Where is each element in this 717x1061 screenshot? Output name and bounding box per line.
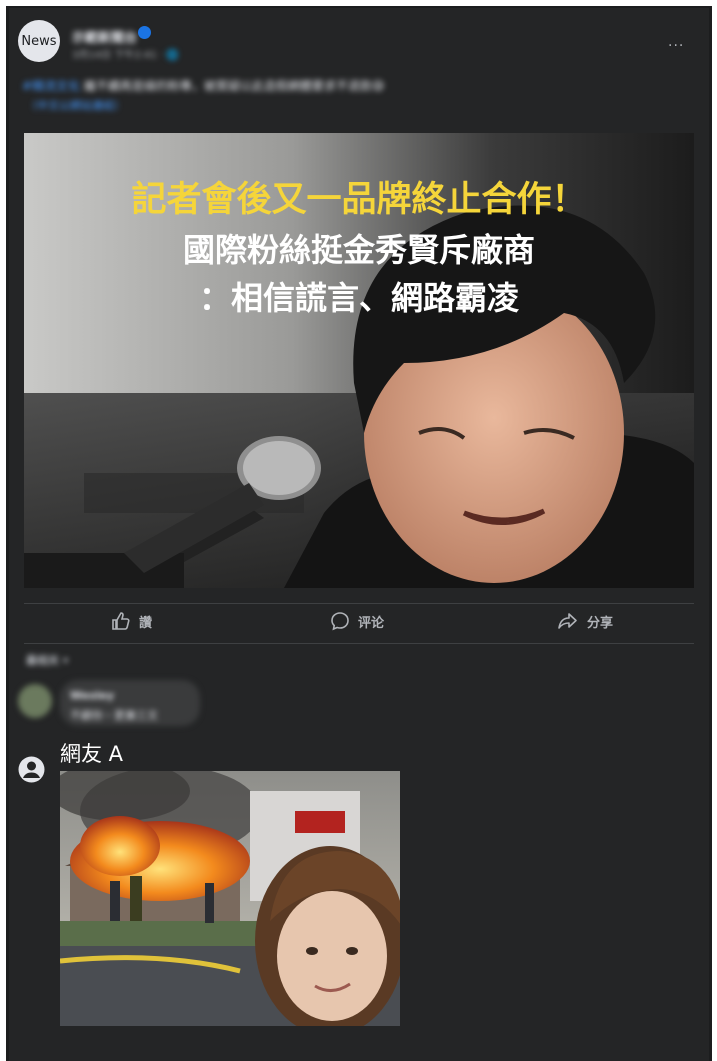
like-button[interactable]: 讚: [111, 611, 152, 631]
post-meta[interactable]: 3月14日 下午2:41 · 🌐: [72, 46, 179, 61]
reply-image[interactable]: [60, 771, 400, 1026]
headline-line1: 記者會後又一品牌終止合作！: [131, 180, 586, 220]
share-arrow-icon: [558, 613, 577, 629]
commenter-name[interactable]: Wesley: [70, 689, 114, 702]
page-name[interactable]: 示範新聞台: [72, 27, 137, 46]
verified-badge-icon: [138, 26, 151, 39]
user-avatar-icon[interactable]: [18, 756, 45, 783]
share-label: 分享: [587, 615, 614, 631]
headline-line2: 國際粉絲挺金秀賢斥廠商: [183, 231, 535, 269]
hashtag-link[interactable]: #韓流文化: [22, 79, 80, 93]
comment-icon: [331, 612, 349, 631]
post-photo[interactable]: 記者會後又一品牌終止合作！ 國際粉絲挺金秀賢斥廠商 ：相信謊言、網路霸凌: [24, 133, 694, 588]
comment-button[interactable]: 评论: [330, 611, 384, 631]
reply-author[interactable]: 網友 A: [60, 738, 123, 768]
like-label: 讚: [139, 615, 153, 631]
comment-label: 评论: [358, 615, 385, 631]
comment-text: 不顧你・更兼三文: [70, 709, 158, 722]
avatar-label: News: [21, 33, 57, 49]
photo-graphic: 記者會後又一品牌終止合作！ 國際粉絲挺金秀賢斥廠商 ：相信謊言、網路霸凌: [24, 133, 694, 588]
page-avatar[interactable]: News: [18, 20, 60, 62]
action-divider-top: [24, 603, 694, 604]
meme-graphic: [60, 771, 400, 1026]
commenter-avatar[interactable]: [18, 684, 52, 718]
comment-sort-dropdown[interactable]: 最相关 ▾: [26, 652, 68, 668]
post-link[interactable]: （中文以網站連結）: [26, 97, 125, 113]
more-options-icon[interactable]: ···: [668, 38, 684, 54]
share-button[interactable]: 分享: [557, 611, 613, 631]
emoji: 😅: [371, 79, 385, 93]
thumbs-up-icon: [112, 612, 130, 630]
action-divider-bottom: [24, 643, 694, 644]
post-body: 繼不續再是緣的粉專，被質疑以此造假網體要求不退款: [80, 79, 372, 93]
headline-line3: ：相信謊言、網路霸凌: [199, 279, 520, 317]
post-text: #韓流文化 繼不續再是緣的粉專，被質疑以此造假網體要求不退款😅: [22, 77, 384, 94]
